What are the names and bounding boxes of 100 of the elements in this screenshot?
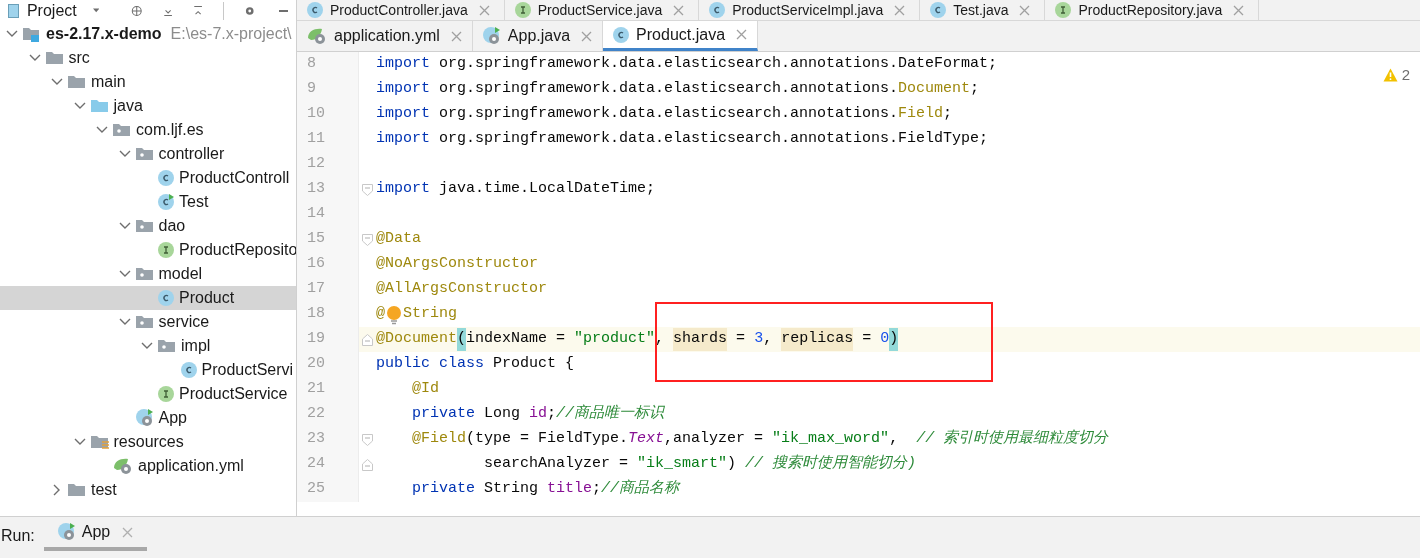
code-token: , — [655, 329, 666, 350]
code-token: ) — [889, 328, 899, 351]
code-token: ; — [547, 404, 557, 425]
package-icon — [135, 218, 154, 234]
editor-tab[interactable]: application.yml — [297, 21, 473, 51]
tree-item[interactable]: ProductServi — [0, 358, 296, 382]
editor-tab[interactable]: ProductService.java — [504, 0, 700, 20]
close-icon[interactable] — [736, 29, 748, 40]
tree-item[interactable]: Test — [0, 190, 296, 214]
code-token: = — [861, 329, 873, 350]
tree-item-label: service — [158, 312, 210, 332]
interface-icon — [1055, 2, 1072, 18]
run-tab[interactable]: App — [43, 517, 148, 551]
interface-icon — [158, 242, 174, 258]
chevron-down-icon[interactable] — [6, 30, 18, 38]
code-token: , — [889, 429, 900, 450]
code-token: "ik_smart" — [637, 454, 728, 475]
code-token: String — [483, 479, 540, 500]
code-token: = — [735, 329, 747, 350]
chevron-down-icon[interactable] — [73, 438, 86, 446]
package-icon — [135, 146, 154, 162]
tree-item[interactable]: java — [0, 94, 296, 118]
tree-item[interactable]: dao — [0, 214, 296, 238]
code-token: org.springframework.data.elasticsearch.annotations.FieldType; — [438, 129, 989, 150]
close-icon[interactable] — [450, 30, 462, 42]
editor-tab[interactable]: App.java — [472, 21, 604, 51]
code-token: ,analyzer = — [664, 429, 765, 450]
chevron-down-icon[interactable] — [118, 318, 131, 326]
tree-item[interactable]: ProductService — [0, 382, 296, 406]
class-icon — [307, 2, 323, 18]
close-icon[interactable] — [581, 30, 593, 42]
tree-item-label: src — [68, 48, 90, 68]
chevron-down-icon[interactable] — [118, 270, 131, 278]
warning-count: 2 — [1401, 65, 1410, 85]
line-number: 23 — [307, 429, 325, 450]
editor-tab[interactable]: ProductServiceImpl.java — [699, 0, 921, 20]
tree-item-label: impl — [181, 336, 211, 356]
tab-label: App — [81, 522, 111, 542]
tree-item[interactable]: com.ljf.es — [0, 118, 296, 142]
tab-label: application.yml — [334, 26, 440, 46]
code-token: ; — [970, 79, 980, 100]
tree-item[interactable]: impl — [0, 334, 296, 358]
editor-tab[interactable]: Test.java — [920, 0, 1046, 20]
chevron-down-icon[interactable] — [51, 78, 63, 86]
tree-item-label: ProductServi — [201, 360, 294, 380]
tab-label: App.java — [507, 26, 571, 46]
editor-tab[interactable]: Product.java — [603, 21, 759, 51]
tree-item[interactable]: ProductReposito — [0, 238, 296, 262]
close-icon[interactable] — [1233, 4, 1245, 16]
line-number: 19 — [307, 329, 325, 350]
source-folder-icon — [90, 98, 109, 114]
tree-item[interactable]: ProductControll — [0, 166, 296, 190]
chevron-down-icon[interactable] — [96, 126, 108, 134]
tree-item[interactable]: main — [0, 70, 296, 94]
close-icon[interactable] — [673, 4, 685, 16]
code-token: java.time.LocalDateTime; — [438, 179, 656, 200]
chevron-down-icon[interactable] — [141, 342, 153, 350]
code-token: private — [411, 479, 476, 500]
tree-item-label: dao — [158, 216, 186, 236]
code-token: title — [547, 479, 593, 500]
tree-item-label: resources — [113, 432, 184, 452]
chevron-right-icon[interactable] — [53, 484, 61, 496]
code-token: @ — [376, 304, 385, 325]
code-token: Field — [898, 104, 944, 125]
chevron-down-icon[interactable] — [73, 102, 86, 110]
tree-item[interactable]: controller — [0, 142, 296, 166]
tree-item[interactable]: test — [0, 478, 296, 502]
line-number: 20 — [307, 354, 325, 375]
spring-config-icon — [113, 457, 133, 475]
code-token: org.springframework.data.elasticsearch.annotations. — [438, 104, 899, 125]
interface-icon — [158, 386, 174, 402]
tree-item[interactable]: model — [0, 262, 296, 286]
line-number: 25 — [307, 479, 325, 500]
tree-item[interactable]: es-2.17.x-demo E:\es-7.x-project\ — [0, 22, 296, 46]
tree-item[interactable]: Product — [0, 286, 296, 310]
editor-tab[interactable]: ProductRepository.java — [1045, 0, 1260, 20]
chevron-down-icon[interactable] — [118, 222, 131, 230]
tree-item[interactable]: resources — [0, 430, 296, 454]
tree-item-label: Product — [179, 288, 235, 308]
dropdown-icon[interactable] — [92, 7, 100, 15]
close-icon[interactable] — [1019, 4, 1031, 16]
tab-label: ProductServiceImpl.java — [732, 0, 884, 20]
tree-item[interactable]: application.yml — [0, 454, 296, 478]
editor-tab[interactable]: ProductController.java — [297, 0, 505, 20]
tree-item[interactable]: App — [0, 406, 296, 430]
folder-icon — [45, 50, 64, 66]
close-icon[interactable] — [478, 4, 490, 16]
code-token: "product" — [574, 329, 656, 350]
code-token: id — [529, 404, 548, 425]
package-icon — [113, 122, 131, 138]
code-token: org.springframework.data.elasticsearch.annotations.DateFormat; — [438, 54, 998, 75]
close-icon[interactable] — [894, 4, 906, 16]
panel-title[interactable]: Project — [26, 0, 77, 22]
tree-item[interactable]: service — [0, 310, 296, 334]
tree-item-label: test — [91, 480, 117, 500]
code-token: //商品唯一标识 — [556, 403, 665, 425]
module-folder-icon — [23, 26, 41, 42]
chevron-down-icon[interactable] — [28, 54, 41, 62]
tree-item[interactable]: src — [0, 46, 296, 70]
chevron-down-icon[interactable] — [118, 150, 131, 158]
